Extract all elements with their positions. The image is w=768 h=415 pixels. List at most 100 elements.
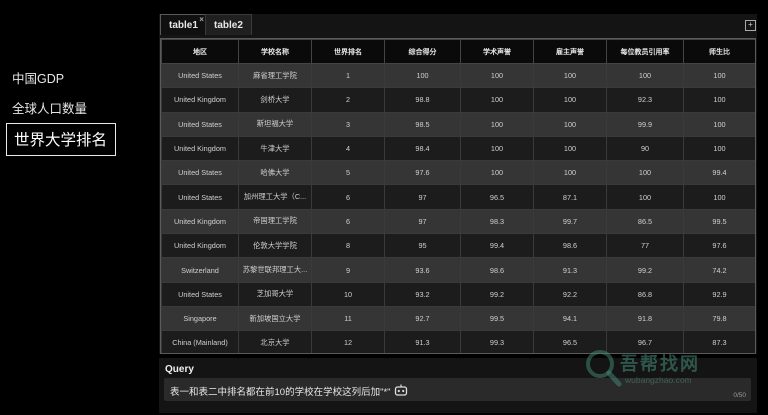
table-cell[interactable]: 97.6 (683, 233, 755, 259)
table-row[interactable]: United Kingdom 帝国理工学院 6 97 98.3 99.7 86.5 99.5 (161, 208, 755, 235)
table-row[interactable]: China (Mainland) 北京大学 12 91.3 99.3 96.5 96.7 87… (161, 330, 755, 353)
sidebar-item-global-population[interactable]: 全球人口数量 (12, 98, 87, 117)
table-cell[interactable]: 2 (311, 87, 385, 113)
table-cell[interactable]: 91.3 (384, 330, 461, 353)
table-cell[interactable]: 9 (311, 257, 385, 283)
table-row[interactable]: United States 麻省理工学院 1 100 100 100 100 100 (161, 62, 755, 89)
table-cell[interactable]: 斯坦福大学 (238, 111, 312, 137)
table-cell[interactable]: United Kingdom (161, 135, 239, 162)
table-cell[interactable]: 100 (533, 62, 607, 89)
table-cell[interactable]: 98.5 (384, 111, 461, 137)
table-cell[interactable]: 100 (606, 62, 684, 89)
table-cell[interactable]: 87.1 (533, 184, 607, 210)
table-row[interactable]: United States 哈佛大学 5 97.6 100 100 100 99.4 (161, 160, 755, 186)
table-cell[interactable]: 北京大学 (238, 330, 312, 353)
table-row[interactable]: United Kingdom 剑桥大学 2 98.8 100 100 92.3 100 (161, 87, 755, 113)
table-cell[interactable]: United Kingdom (161, 208, 239, 235)
table-cell[interactable]: 92.2 (533, 281, 607, 307)
column-header[interactable]: 世界排名 (311, 39, 385, 64)
table-cell[interactable]: 100 (533, 160, 607, 186)
table-cell[interactable]: 99.7 (533, 208, 607, 235)
table-cell[interactable]: 93.6 (384, 257, 461, 283)
table-cell[interactable]: 86.8 (606, 281, 684, 307)
table-cell[interactable]: 77 (606, 233, 684, 259)
table-cell[interactable]: 100 (533, 111, 607, 137)
table-cell[interactable]: 100 (460, 160, 534, 186)
table-cell[interactable]: 98.6 (460, 257, 534, 283)
table-cell[interactable]: 100 (683, 62, 755, 89)
table-cell[interactable]: 99.4 (460, 233, 534, 259)
table-cell[interactable]: 98.3 (460, 208, 534, 235)
table-cell[interactable]: 86.5 (606, 208, 684, 235)
robot-icon[interactable] (394, 384, 408, 396)
table-cell[interactable]: 100 (606, 184, 684, 210)
table-cell[interactable]: 92.9 (683, 281, 755, 307)
table-cell[interactable]: 92.7 (384, 305, 461, 332)
table-cell[interactable]: 帝国理工学院 (238, 208, 312, 235)
table-cell[interactable]: 91.3 (533, 257, 607, 283)
table-cell[interactable]: 新加坡国立大学 (238, 305, 312, 332)
column-header[interactable]: 综合得分 (384, 39, 461, 64)
table-cell[interactable]: 93.2 (384, 281, 461, 307)
table-cell[interactable]: 99.3 (460, 330, 534, 353)
table-cell[interactable]: China (Mainland) (161, 330, 239, 353)
table-cell[interactable]: 87.3 (683, 330, 755, 353)
table-cell[interactable]: 12 (311, 330, 385, 353)
table-cell[interactable]: 8 (311, 233, 385, 259)
table-cell[interactable]: 麻省理工学院 (238, 62, 312, 89)
table-cell[interactable]: 100 (460, 135, 534, 162)
table-cell[interactable]: United States (161, 160, 239, 186)
table-cell[interactable]: 99.5 (460, 305, 534, 332)
table-cell[interactable]: 100 (460, 87, 534, 113)
column-header[interactable]: 地区 (161, 39, 239, 64)
table-cell[interactable]: 96.5 (460, 184, 534, 210)
table-cell[interactable]: 99.9 (606, 111, 684, 137)
table-cell[interactable]: 97.6 (384, 160, 461, 186)
table-cell[interactable]: 97 (384, 184, 461, 210)
table-cell[interactable]: 74.2 (683, 257, 755, 283)
table-row[interactable]: United States 加州理工大学（C... 6 97 96.5 87.1 100 10… (161, 184, 755, 210)
table-cell[interactable]: 3 (311, 111, 385, 137)
table-cell[interactable]: 99.5 (683, 208, 755, 235)
table-cell[interactable]: 100 (533, 87, 607, 113)
table-cell[interactable]: 100 (460, 111, 534, 137)
column-header[interactable]: 学术声誉 (460, 39, 534, 64)
table-cell[interactable]: United States (161, 62, 239, 89)
sidebar-item-university-ranking[interactable]: 世界大学排名 (6, 123, 117, 156)
table-cell[interactable]: 6 (311, 184, 385, 210)
table-cell[interactable]: 99.4 (683, 160, 755, 186)
table-cell[interactable]: 90 (606, 135, 684, 162)
table-cell[interactable]: United States (161, 184, 239, 210)
table-cell[interactable]: 100 (683, 87, 755, 113)
sidebar-item-china-gdp[interactable]: 中国GDP (12, 68, 64, 87)
table-cell[interactable]: Singapore (161, 305, 239, 332)
table-row[interactable]: Singapore 新加坡国立大学 11 92.7 99.5 94.1 91.8 79.8 (161, 305, 755, 332)
table-cell[interactable]: 79.8 (683, 305, 755, 332)
table-cell[interactable]: 99.2 (606, 257, 684, 283)
table-row[interactable]: United States 斯坦福大学 3 98.5 100 100 99.9 100 (161, 111, 755, 137)
close-icon[interactable]: × (199, 9, 204, 30)
table-cell[interactable]: 96.5 (533, 330, 607, 353)
table-cell[interactable]: United States (161, 111, 239, 137)
table-cell[interactable]: 11 (311, 305, 385, 332)
tab-table2[interactable]: table2 (205, 14, 252, 35)
table-cell[interactable]: 100 (533, 135, 607, 162)
table-cell[interactable]: 98.6 (533, 233, 607, 259)
table-cell[interactable]: 98.8 (384, 87, 461, 113)
table-row[interactable]: Switzerland 苏黎世联邦理工大... 9 93.6 98.6 91.3 99.2 7… (161, 257, 755, 283)
table-cell[interactable]: 6 (311, 208, 385, 235)
query-input[interactable]: 表一和表二中排名都在前10的学校在学校这列后加"*" 0/50 (164, 378, 751, 401)
table-cell[interactable]: United Kingdom (161, 233, 239, 259)
table-cell[interactable]: 98.4 (384, 135, 461, 162)
data-table-container[interactable]: 地区 学校名称 世界排名 综合得分 学术声誉 雇主声誉 每位教员引用率 师生比 … (160, 38, 756, 354)
table-cell[interactable]: 哈佛大学 (238, 160, 312, 186)
table-cell[interactable]: 100 (460, 62, 534, 89)
table-cell[interactable]: 92.3 (606, 87, 684, 113)
table-cell[interactable]: 91.8 (606, 305, 684, 332)
table-cell[interactable]: 1 (311, 62, 385, 89)
table-cell[interactable]: 4 (311, 135, 385, 162)
table-cell[interactable]: 加州理工大学（C... (238, 184, 312, 210)
table-cell[interactable]: 5 (311, 160, 385, 186)
column-header[interactable]: 师生比 (683, 39, 755, 64)
column-header[interactable]: 每位教员引用率 (606, 39, 684, 64)
